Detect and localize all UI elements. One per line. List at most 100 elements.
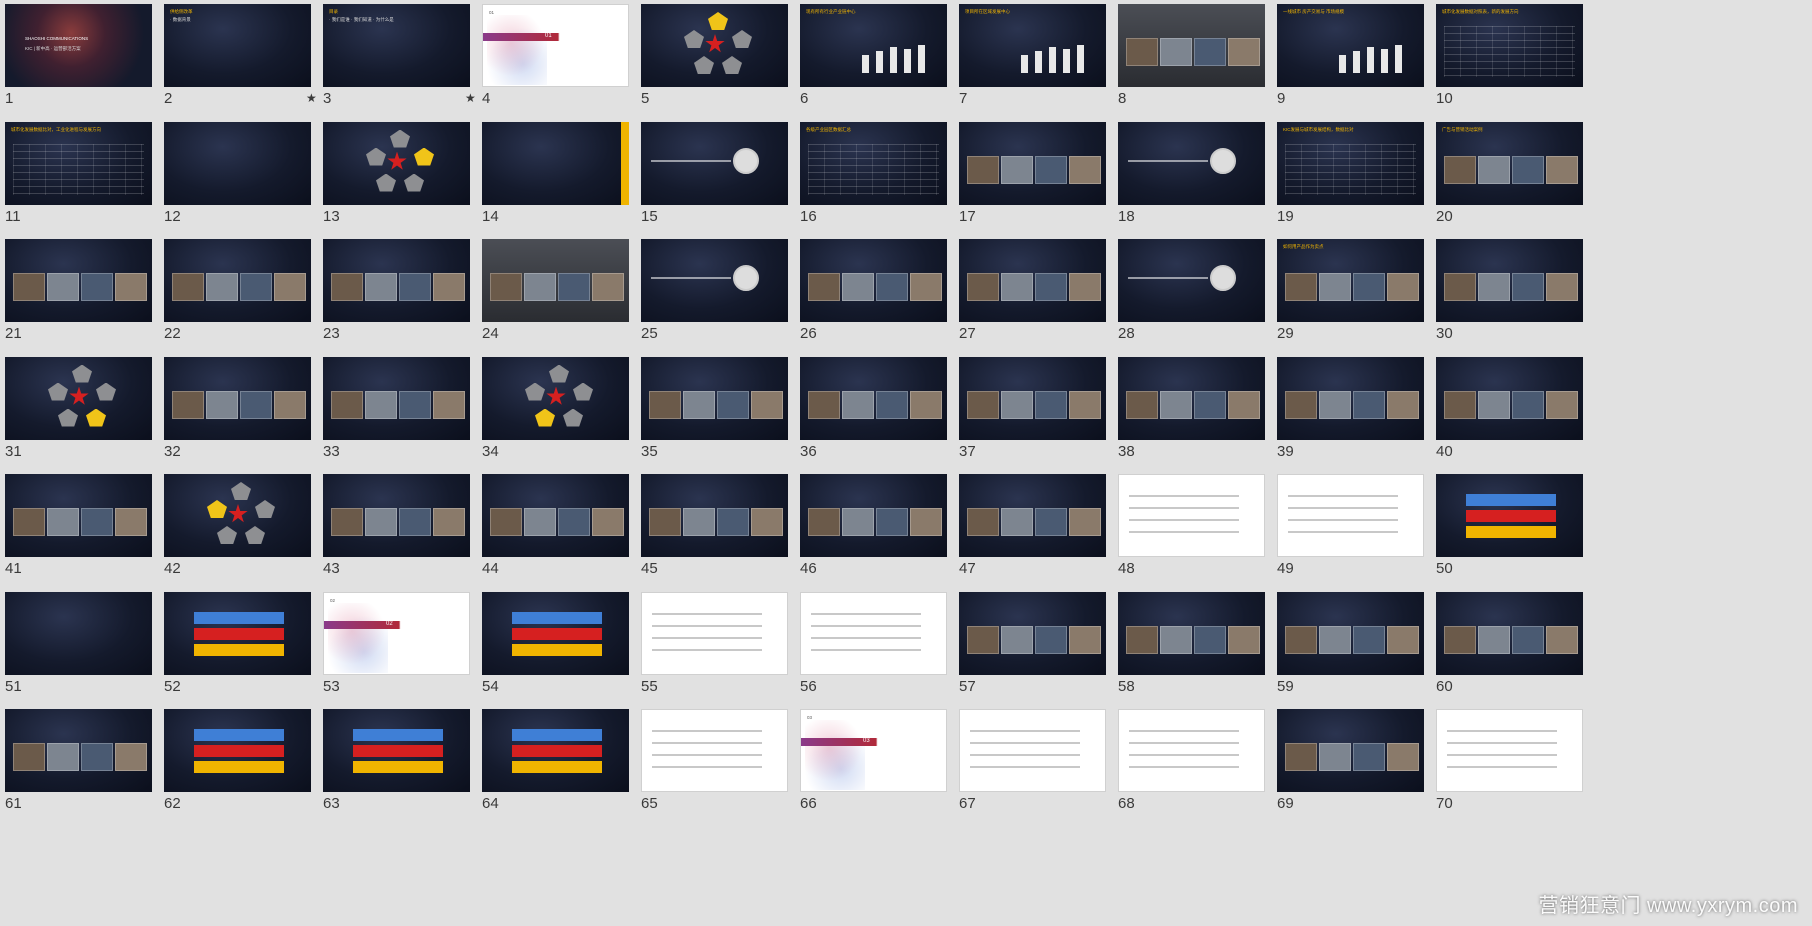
colored-block xyxy=(1466,526,1556,538)
slide-thumbnail[interactable] xyxy=(800,239,947,322)
slide-thumbnail[interactable] xyxy=(164,591,311,675)
slide-cell: 68 xyxy=(1113,705,1298,841)
slide-thumbnail[interactable] xyxy=(164,474,311,557)
slide-thumbnail[interactable]: 目录 · 我们是谁 · 我们知道 · 为什么是 xyxy=(323,4,470,87)
slide-thumbnail[interactable] xyxy=(323,474,470,557)
slide-thumbnail[interactable] xyxy=(1277,356,1424,440)
photo-placeholder xyxy=(274,273,306,301)
slide-thumbnail[interactable]: 如何用产品作为卖点 xyxy=(1277,239,1424,322)
slide-cell: 现有所有行业产业链中心 6 xyxy=(795,0,980,136)
slide-thumbnail[interactable] xyxy=(1436,709,1583,792)
slide-thumbnail[interactable] xyxy=(959,356,1106,440)
data-table-graphic xyxy=(808,143,939,195)
slide-thumbnail[interactable]: 01 01 xyxy=(482,4,629,87)
photo-placeholder xyxy=(1194,38,1226,66)
slide-thumbnail[interactable] xyxy=(641,474,788,557)
slide-thumbnail[interactable] xyxy=(1436,356,1583,440)
slide-thumbnail[interactable] xyxy=(482,474,629,557)
slide-thumbnail[interactable] xyxy=(959,591,1106,675)
slide-number: 36 xyxy=(800,442,817,460)
slide-thumbnail[interactable] xyxy=(1436,239,1583,322)
slide-number: 11 xyxy=(5,207,21,225)
slide-thumbnail[interactable] xyxy=(482,356,629,440)
slide-thumbnail[interactable] xyxy=(800,591,947,675)
slide-thumbnail[interactable] xyxy=(800,356,947,440)
photo-placeholder xyxy=(1285,390,1317,419)
slide-thumbnail[interactable] xyxy=(1277,591,1424,675)
photo-placeholder xyxy=(1001,508,1033,536)
photo-placeholder xyxy=(1035,155,1067,184)
slide-thumbnail[interactable] xyxy=(641,121,788,205)
slide-number: 44 xyxy=(482,560,499,577)
slide-thumbnail[interactable] xyxy=(482,591,629,675)
slide-thumbnail[interactable] xyxy=(1118,591,1265,675)
slide-thumbnail[interactable] xyxy=(323,239,470,322)
slide-thumbnail[interactable] xyxy=(1118,121,1265,205)
slide-thumbnail[interactable] xyxy=(5,709,152,792)
slide-thumbnail[interactable]: 各级产业园区数据汇总 xyxy=(800,121,947,205)
slide-thumbnail[interactable] xyxy=(5,356,152,440)
slide-thumbnail[interactable] xyxy=(641,239,788,322)
slide-thumbnail[interactable] xyxy=(959,239,1106,322)
slide-thumbnail[interactable] xyxy=(959,709,1106,792)
photo-placeholder xyxy=(1478,625,1510,654)
slide-thumbnail[interactable] xyxy=(959,121,1106,205)
pentagon-shape xyxy=(58,408,78,427)
photo-placeholder xyxy=(1194,390,1226,419)
photo-placeholder xyxy=(433,390,465,419)
slide-thumbnail[interactable]: 项目所在区域发展中心 xyxy=(959,4,1106,87)
slide-thumbnail[interactable]: 城市化发展数据比对，工业化进程与发展方向 xyxy=(5,121,152,205)
slide-thumbnail[interactable] xyxy=(959,474,1106,557)
colored-block xyxy=(353,729,443,741)
slide-thumbnail[interactable] xyxy=(5,239,152,322)
divider-line xyxy=(1128,159,1208,162)
slide-thumbnail[interactable] xyxy=(5,591,152,675)
slide-thumbnail[interactable] xyxy=(482,121,629,205)
slide-thumbnail[interactable]: 城市化发展数据对照表，新的发展方向 xyxy=(1436,4,1583,87)
slide-thumbnail[interactable] xyxy=(1118,239,1265,322)
slide-thumbnail[interactable] xyxy=(641,4,788,87)
slide-thumbnail[interactable] xyxy=(1436,474,1583,557)
slide-thumbnail[interactable] xyxy=(164,356,311,440)
slide-thumbnail[interactable]: 02 02 xyxy=(323,591,470,675)
slide-thumbnail[interactable]: 一线城市 房产交易与 市场规模 xyxy=(1277,4,1424,87)
slide-thumbnail[interactable] xyxy=(1277,474,1424,557)
slide-thumbnail[interactable] xyxy=(800,474,947,557)
slide-cell: 5 xyxy=(636,0,821,136)
slide-thumbnail[interactable] xyxy=(641,356,788,440)
slide-number: 48 xyxy=(1118,560,1135,577)
slide-thumbnail[interactable] xyxy=(1436,591,1583,675)
slide-thumbnail[interactable] xyxy=(164,239,311,322)
slide-thumbnail[interactable] xyxy=(164,121,311,205)
slide-thumbnail[interactable] xyxy=(164,709,311,792)
slide-thumbnail[interactable] xyxy=(482,709,629,792)
slide-thumbnail[interactable] xyxy=(323,356,470,440)
slide-thumbnail[interactable] xyxy=(1118,474,1265,557)
slide-thumbnail[interactable]: 现有所有行业产业链中心 xyxy=(800,4,947,87)
slide-cell: 8 xyxy=(1113,0,1298,136)
slide-thumbnail[interactable]: SHAOSHI COMMUNICATIONS KIC | 新中高 · 运营部活方案 xyxy=(5,4,152,87)
slide-title: 各级产业园区数据汇总 xyxy=(806,126,851,132)
text-line xyxy=(1129,519,1239,521)
photo-placeholder xyxy=(1387,743,1419,771)
slide-thumbnail[interactable] xyxy=(323,121,470,205)
slide-thumbnail[interactable]: 供给侧改革 · 数据背景 xyxy=(164,4,311,87)
slide-thumbnail[interactable]: 广告与营销活动案例 xyxy=(1436,121,1583,205)
slide-thumbnail[interactable] xyxy=(1118,356,1265,440)
slide-thumbnail[interactable] xyxy=(641,591,788,675)
slide-thumbnail[interactable] xyxy=(482,239,629,322)
slide-thumbnail[interactable]: KIC发展与城市发展结构，数据比对 xyxy=(1277,121,1424,205)
slide-thumbnail[interactable]: 03 03 xyxy=(800,709,947,792)
slide-cell: 60 xyxy=(1431,588,1616,724)
photo-placeholder xyxy=(13,273,45,301)
slide-thumbnail[interactable] xyxy=(1118,4,1265,87)
slide-subtitle: KIC | 新中高 · 运营部活方案 xyxy=(25,46,81,51)
slide-thumbnail[interactable] xyxy=(323,709,470,792)
slide-cell: 61 xyxy=(0,705,185,841)
slide-thumbnail[interactable] xyxy=(1277,709,1424,792)
slide-thumbnail[interactable] xyxy=(641,709,788,792)
slide-number: 43 xyxy=(323,560,340,577)
slide-thumbnail[interactable] xyxy=(1118,709,1265,792)
slide-thumbnail[interactable] xyxy=(5,474,152,557)
slide-cell: 21 xyxy=(0,235,185,371)
